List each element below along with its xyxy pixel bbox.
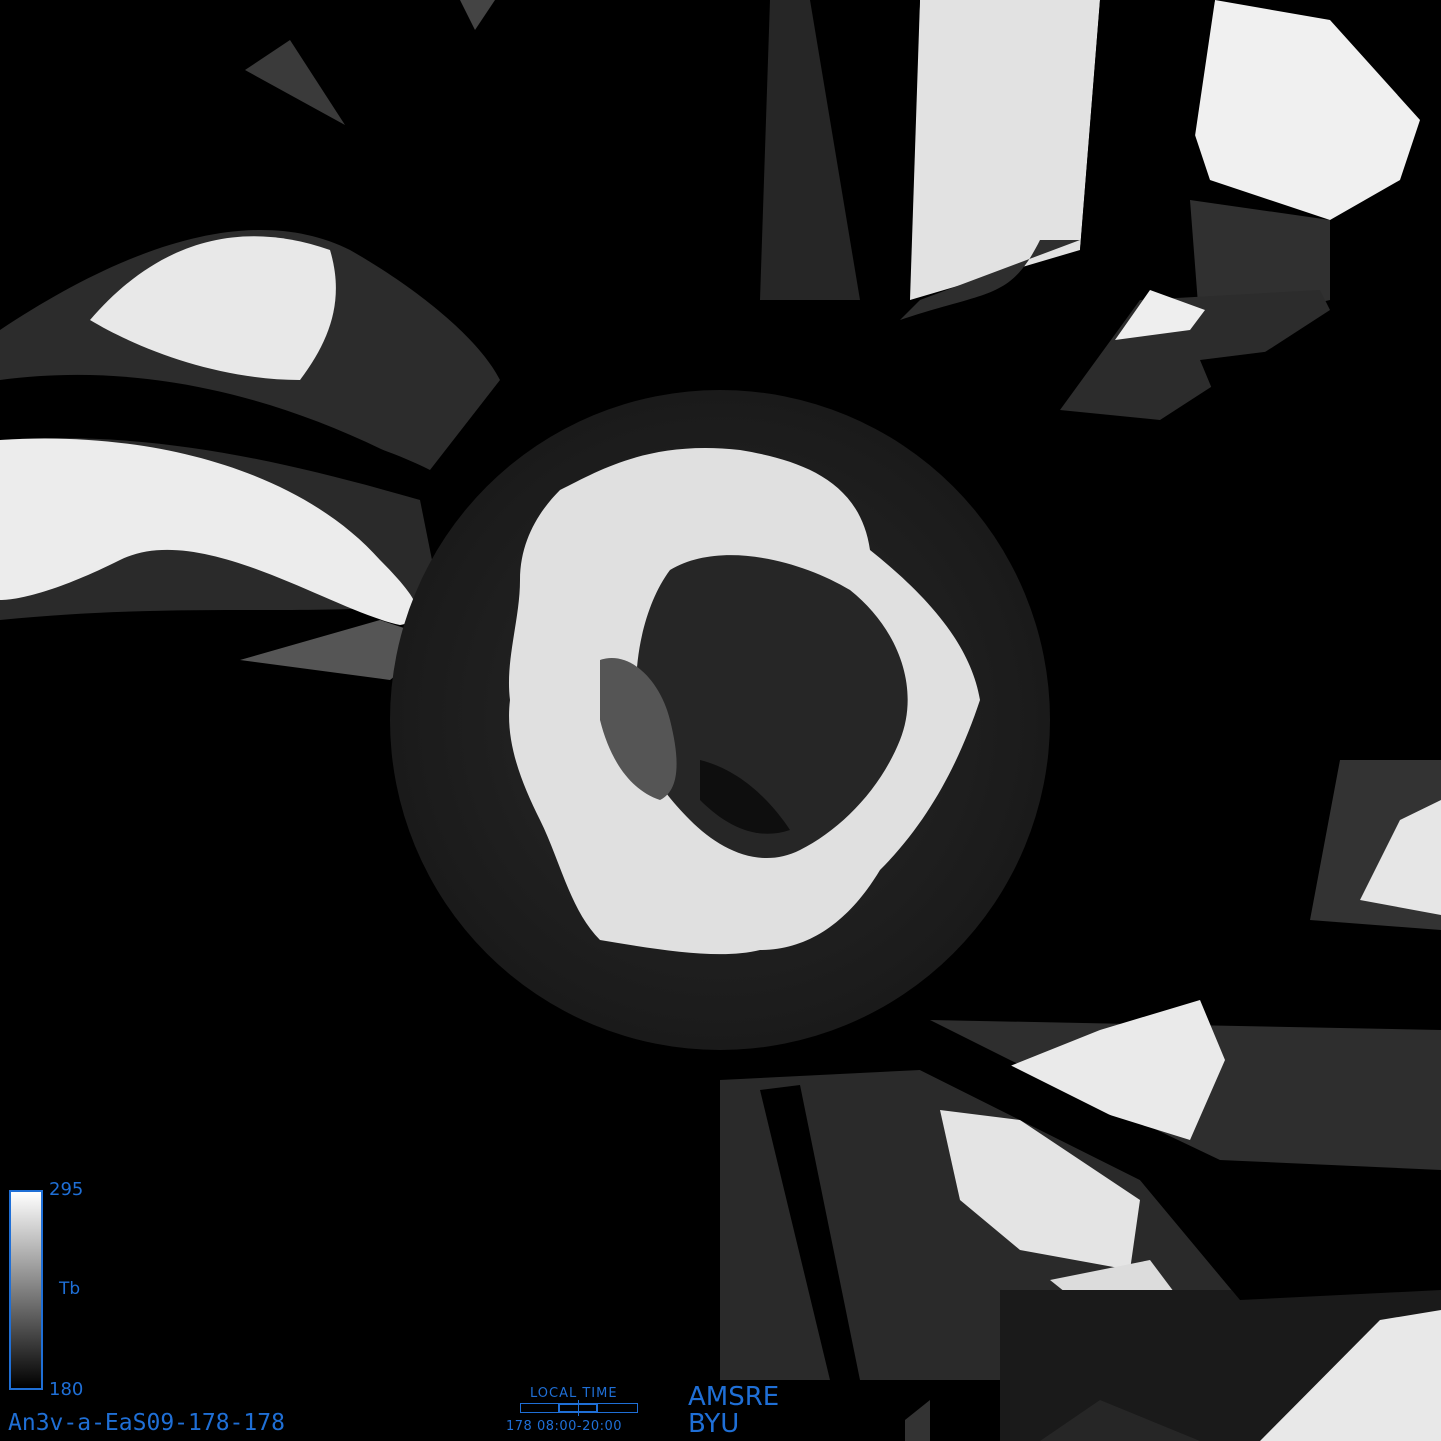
local-time-tick [578, 1400, 579, 1416]
local-time-title: LOCAL TIME [530, 1386, 618, 1401]
local-time-range: 178 08:00-20:00 [506, 1419, 623, 1434]
colorbar [9, 1190, 43, 1390]
colorbar-variable-label: Tb [59, 1279, 81, 1299]
polar-disc [390, 390, 1050, 1050]
sensor-label: AMSRE [688, 1382, 780, 1412]
colorbar-max-label: 295 [49, 1179, 84, 1200]
amsre-polar-image: 295 Tb 180 An3v-a-EaS09-178-178 LOCAL TI… [0, 0, 1441, 1441]
polar-map-image [0, 0, 1441, 1441]
image-id-label: An3v-a-EaS09-178-178 [8, 1410, 285, 1436]
colorbar-min-label: 180 [49, 1379, 84, 1400]
organization-label: BYU [688, 1409, 740, 1439]
